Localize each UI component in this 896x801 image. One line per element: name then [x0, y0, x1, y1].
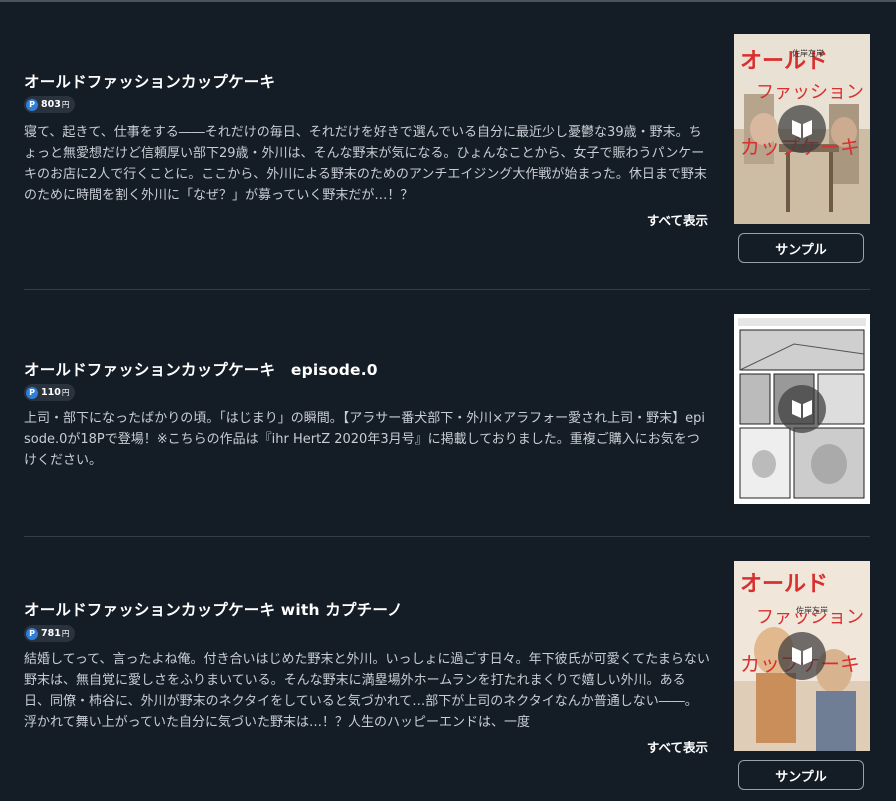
price-value: 781	[41, 628, 61, 639]
price-value: 803	[41, 99, 61, 110]
divider	[24, 536, 870, 537]
divider	[24, 289, 870, 290]
book-cover[interactable]	[734, 314, 870, 504]
show-all-link[interactable]: すべて表示	[647, 210, 708, 229]
book-cover[interactable]: オールド ファッション カップケーキ 佐岸左岸	[734, 34, 870, 224]
point-icon: P	[26, 627, 38, 640]
top-border	[0, 0, 896, 2]
item-description: 寝て、起きて、仕事をする――それだけの毎日、それだけを好きで選んでいる自分に最近…	[24, 125, 707, 203]
sample-play-icon[interactable]	[778, 105, 826, 153]
sample-button[interactable]: サンプル	[738, 760, 864, 790]
svg-text:ファッション: ファッション	[756, 82, 864, 103]
price-value: 110	[41, 387, 61, 398]
sample-play-icon[interactable]	[778, 385, 826, 433]
sample-button[interactable]: サンプル	[738, 233, 864, 263]
price-badge: P 110 円	[24, 384, 76, 401]
point-icon: P	[26, 386, 38, 399]
cover-author: 佐岸左岸	[796, 605, 828, 615]
price-unit: 円	[61, 629, 70, 638]
sample-play-icon[interactable]	[778, 632, 826, 680]
cover-author: 佐岸左岸	[792, 48, 824, 58]
book-cover[interactable]: オールド ファッション カップケーキ 佐岸左岸	[734, 561, 870, 751]
item-title[interactable]: オールドファッションカップケーキ	[24, 70, 275, 92]
price-badge: P 803 円	[24, 96, 76, 113]
item-title[interactable]: オールドファッションカップケーキ episode.0	[24, 358, 378, 380]
item-title[interactable]: オールドファッションカップケーキ with カプチーノ	[24, 598, 403, 620]
item-description: 上司・部下になったばかりの頃。「はじまり」の瞬間。【アラサー番犬部下・外川×アラ…	[24, 411, 706, 468]
price-unit: 円	[61, 100, 70, 109]
item-description: 結婚してって、言ったよね俺。付き合いはじめた野末と外川。いっしょに過ごす日々。年…	[24, 652, 710, 730]
point-icon: P	[26, 98, 38, 111]
price-unit: 円	[61, 388, 70, 397]
svg-text:オールド: オールド	[740, 572, 828, 597]
price-badge: P 781 円	[24, 625, 76, 642]
show-all-link[interactable]: すべて表示	[647, 737, 708, 756]
